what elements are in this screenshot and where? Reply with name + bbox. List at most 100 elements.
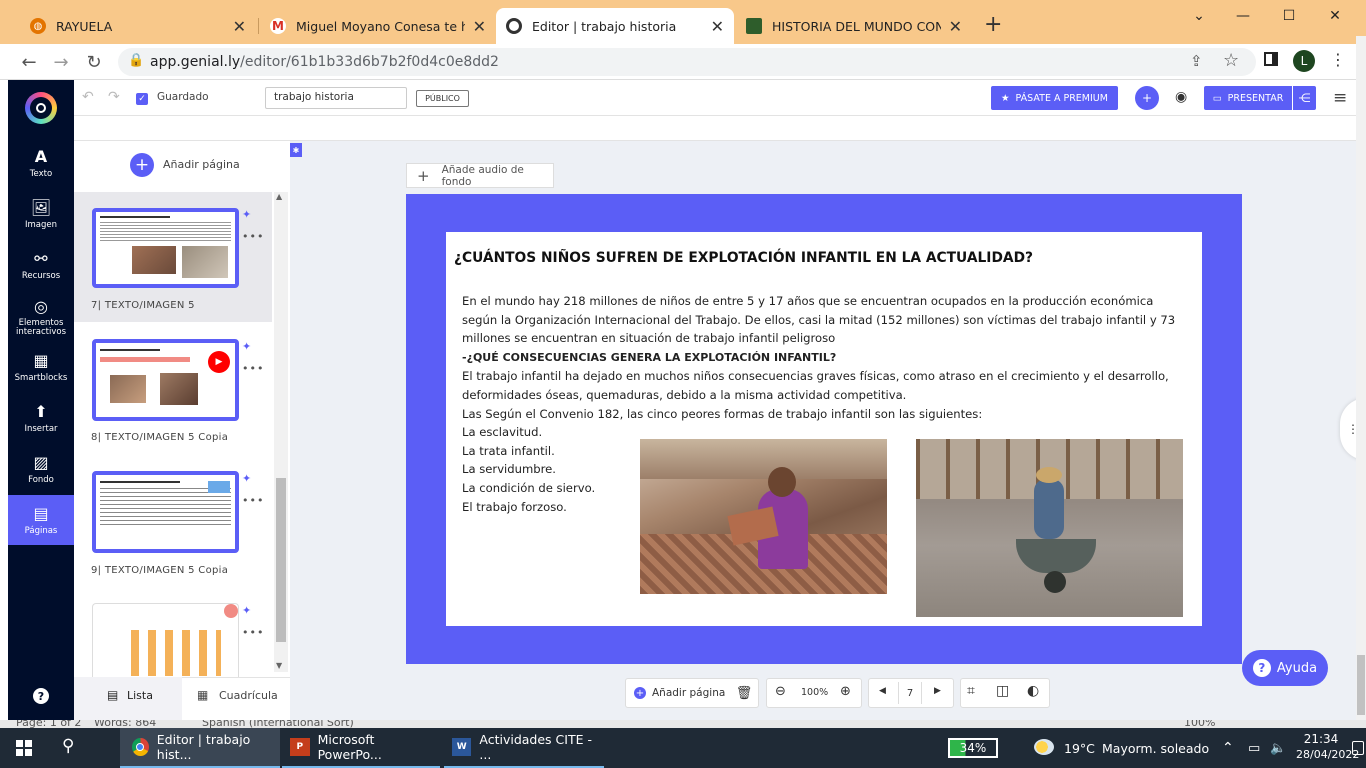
tab-gmail[interactable]: M Miguel Moyano Conesa te ha inv ✕ — [260, 8, 496, 44]
child-wheelbarrow-photo[interactable] — [916, 439, 1183, 617]
slide-title[interactable]: ¿CUÁNTOS NIÑOS SUFREN DE EXPLOTACIÓN INF… — [454, 250, 1033, 266]
redo-icon[interactable]: ↷ — [108, 89, 120, 105]
more-options-icon[interactable]: ••• — [242, 362, 264, 375]
list-view-icon[interactable]: ▤ — [107, 688, 118, 702]
address-bar[interactable]: 🔒 app.genial.ly/editor/61b1b33d6b7b2f0d4… — [118, 48, 1256, 76]
windows-start-icon[interactable] — [16, 740, 32, 756]
zoom-in-icon[interactable]: ⊕ — [840, 684, 851, 699]
add-page-icon[interactable]: + — [130, 153, 154, 177]
close-icon[interactable]: ✕ — [949, 17, 962, 36]
clock[interactable]: 21:34 28/04/2022 — [1296, 731, 1359, 763]
battery-indicator[interactable]: 34% — [948, 738, 998, 758]
grid-view-icon[interactable]: ▦ — [197, 688, 208, 702]
volume-icon[interactable]: 🔈 — [1270, 728, 1286, 768]
page-thumbnail-10[interactable] — [92, 603, 239, 677]
palette-icon[interactable]: ◐ — [1027, 683, 1039, 699]
forward-icon[interactable]: → — [50, 52, 72, 73]
close-icon[interactable]: ✕ — [233, 17, 246, 36]
scroll-up-icon[interactable]: ▲ — [276, 192, 282, 201]
tab-rayuela[interactable]: ◍ RAYUELA ✕ — [20, 8, 256, 44]
slide-subtitle[interactable]: -¿QUÉ CONSECUENCIAS GENERA LA EXPLOTACIÓ… — [462, 349, 836, 368]
present-button[interactable]: ▭ PRESENTAR — [1204, 86, 1292, 110]
hamburger-menu-icon[interactable]: ≡ — [1333, 88, 1347, 108]
help-circle-icon[interactable]: ? — [33, 688, 49, 704]
magic-wand-icon[interactable]: ✦ — [242, 472, 251, 485]
slide-paragraph-1[interactable]: En el mundo hay 218 millones de niños de… — [462, 292, 1190, 348]
slide-list-item[interactable]: El trabajo forzoso. — [462, 498, 567, 517]
genially-logo[interactable] — [25, 92, 57, 124]
page-thumbnail-8[interactable]: ▶ — [92, 339, 239, 421]
slide-list-item[interactable]: La esclavitud. — [462, 423, 542, 442]
minimize-button[interactable]: — — [1220, 8, 1266, 24]
taskbar-app-word[interactable]: W Actividades CITE - ... — [444, 728, 604, 768]
kebab-menu-icon[interactable]: ⋮ — [1330, 50, 1346, 69]
more-options-icon[interactable]: ••• — [242, 494, 264, 507]
scroll-down-icon[interactable]: ▼ — [276, 661, 282, 670]
sidebar-item-recursos[interactable]: ⚯ Recursos — [8, 240, 74, 290]
more-options-icon[interactable]: ••• — [242, 626, 264, 639]
page-thumbnail-9[interactable] — [92, 471, 239, 553]
sidebar-item-insertar[interactable]: ⬆ Insertar — [8, 393, 74, 443]
split-view-icon[interactable]: ◫ — [996, 683, 1009, 699]
weather-text[interactable]: Mayorm. soleado — [1102, 728, 1209, 768]
sidebar-item-imagen[interactable]: 🖼 Imagen — [8, 189, 74, 239]
sidebar-item-elementos-interactivos[interactable]: ◎ Elementos interactivos — [8, 292, 74, 342]
add-audio-button[interactable]: + Añade audio de fondo — [406, 163, 554, 188]
zoom-out-icon[interactable]: ⊖ — [775, 684, 786, 699]
chevron-up-icon[interactable]: ⌃ — [1222, 728, 1234, 768]
trash-icon[interactable]: 🗑 — [732, 683, 756, 703]
sidebar-item-texto[interactable]: A Texto — [8, 138, 74, 188]
tab-editor[interactable]: Editor | trabajo historia ✕ — [496, 8, 734, 44]
slide-paragraph-2[interactable]: El trabajo infantil ha dejado en muchos … — [462, 367, 1190, 404]
pin-icon[interactable]: ✱ — [290, 143, 302, 157]
side-panel-icon[interactable] — [1264, 52, 1278, 66]
weather-temp[interactable]: 19°C — [1064, 728, 1095, 768]
share-page-icon[interactable]: ⇪ — [1190, 52, 1203, 70]
bookmark-star-icon[interactable]: ☆ — [1223, 50, 1239, 71]
title-input[interactable]: trabajo historia — [265, 87, 407, 109]
sidebar-item-smartblocks[interactable]: ▦ Smartblocks — [8, 342, 74, 392]
notifications-icon[interactable] — [1352, 741, 1364, 755]
taskbar-app-chrome[interactable]: Editor | trabajo hist... — [120, 728, 280, 768]
close-icon[interactable]: ✕ — [473, 17, 486, 36]
taskbar-app-powerpoint[interactable]: P Microsoft PowerPo... — [282, 728, 440, 768]
preview-eye-icon[interactable]: ◉ — [1175, 89, 1187, 105]
sidebar-item-paginas[interactable]: ▤ Páginas — [8, 495, 74, 545]
more-options-icon[interactable]: ••• — [242, 230, 264, 243]
scrollbar-thumb[interactable] — [276, 478, 286, 642]
magic-wand-icon[interactable]: ✦ — [242, 340, 251, 353]
add-page-label[interactable]: Añadir página — [163, 158, 240, 171]
window-scrollbar-thumb[interactable] — [1357, 655, 1365, 715]
slide-list-item[interactable]: La condición de siervo. — [462, 479, 595, 498]
profile-avatar[interactable]: L — [1293, 50, 1315, 72]
back-icon[interactable]: ← — [18, 52, 40, 73]
maximize-button[interactable]: ☐ — [1266, 8, 1312, 24]
network-icon[interactable]: ▭ — [1248, 728, 1260, 768]
prev-page-icon[interactable]: ◀ — [879, 686, 886, 696]
new-tab-button[interactable]: + — [984, 12, 1002, 37]
close-icon[interactable]: ✕ — [711, 17, 724, 36]
help-button[interactable]: ? Ayuda — [1242, 650, 1328, 686]
search-icon[interactable]: ⚲ — [62, 736, 74, 756]
magic-wand-icon[interactable]: ✦ — [242, 208, 251, 221]
page-thumbnail-7[interactable] — [92, 208, 239, 288]
slide-paragraph-3[interactable]: Las Según el Convenio 182, las cinco peo… — [462, 405, 1190, 424]
child-bricks-photo[interactable] — [640, 439, 887, 594]
premium-button[interactable]: ★ PÁSATE A PREMIUM — [991, 86, 1118, 110]
window-scrollbar[interactable] — [1356, 36, 1366, 726]
grid-guide-icon[interactable]: ⌗ — [967, 683, 975, 699]
slide-list-item[interactable]: La trata infantil. — [462, 442, 555, 461]
view-grid-button[interactable]: Cuadrícula — [219, 689, 278, 702]
share-icon[interactable]: ⋲ — [1293, 86, 1316, 110]
reload-icon[interactable]: ↻ — [83, 52, 105, 73]
visibility-badge[interactable]: PÚBLICO — [416, 90, 469, 107]
view-list-button[interactable]: Lista — [127, 689, 153, 702]
add-user-icon[interactable]: + — [1135, 86, 1159, 110]
current-page[interactable]: 7 — [898, 682, 922, 704]
undo-icon[interactable]: ↶ — [82, 89, 94, 105]
magic-wand-icon[interactable]: ✦ — [242, 604, 251, 617]
sidebar-item-fondo[interactable]: ▨ Fondo — [8, 444, 74, 494]
tab-historia[interactable]: HISTORIA DEL MUNDO CONTEM ✕ — [736, 8, 972, 44]
chevron-down-icon[interactable]: ⌄ — [1176, 8, 1222, 24]
weather-icon[interactable] — [1034, 739, 1054, 755]
